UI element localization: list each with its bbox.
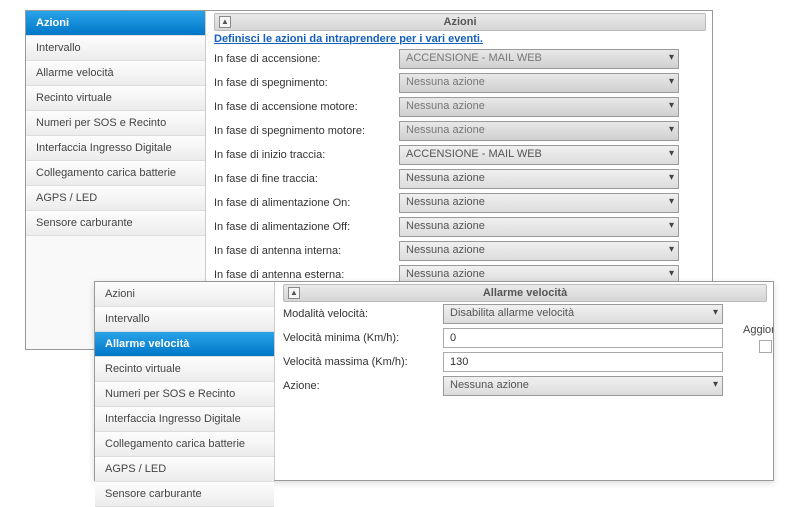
update-checkbox[interactable] <box>759 340 772 353</box>
row-label: In fase di accensione: <box>214 53 399 65</box>
select-azione[interactable]: Nessuna azione <box>443 376 723 396</box>
select-alimentazione-off[interactable]: Nessuna azione <box>399 217 679 237</box>
section-header-azioni: ▲ Azioni <box>214 13 706 31</box>
content-allarme: ▲ Allarme velocità Modalità velocità:Dis… <box>275 282 773 480</box>
section-title: Allarme velocità <box>483 287 567 299</box>
select-modalita-velocita[interactable]: Disabilita allarme velocità <box>443 304 723 324</box>
sidebar-item-intervallo[interactable]: Intervallo <box>95 307 274 332</box>
update-label: Aggiorna <box>743 324 773 336</box>
sidebar-item-interfaccia-digitale[interactable]: Interfaccia Ingresso Digitale <box>95 407 274 432</box>
row-label: In fase di accensione motore: <box>214 101 399 113</box>
sidebar-item-allarme-velocita[interactable]: Allarme velocità <box>95 332 274 357</box>
row-label: In fase di antenna esterna: <box>214 269 399 281</box>
sidebar-item-collegamento-batterie[interactable]: Collegamento carica batterie <box>26 161 205 186</box>
sidebar-item-sensore-carburante[interactable]: Sensore carburante <box>95 482 274 507</box>
sidebar-bottom: Azioni Intervallo Allarme velocità Recin… <box>95 282 275 480</box>
sidebar-item-allarme-velocita[interactable]: Allarme velocità <box>26 61 205 86</box>
select-accensione-motore[interactable]: Nessuna azione <box>399 97 679 117</box>
input-velocita-massima[interactable] <box>443 352 723 372</box>
row-label: In fase di spegnimento motore: <box>214 125 399 137</box>
select-spegnimento[interactable]: Nessuna azione <box>399 73 679 93</box>
sidebar-item-sensore-carburante[interactable]: Sensore carburante <box>26 211 205 236</box>
input-velocita-minima[interactable] <box>443 328 723 348</box>
panel-allarme-velocita: Azioni Intervallo Allarme velocità Recin… <box>94 281 774 481</box>
select-antenna-interna[interactable]: Nessuna azione <box>399 241 679 261</box>
select-fine-traccia[interactable]: Nessuna azione <box>399 169 679 189</box>
row-label: In fase di spegnimento: <box>214 77 399 89</box>
sidebar-item-recinto-virtuale[interactable]: Recinto virtuale <box>95 357 274 382</box>
select-spegnimento-motore[interactable]: Nessuna azione <box>399 121 679 141</box>
section-header-allarme: ▲ Allarme velocità <box>283 284 767 302</box>
intro-text: Definisci le azioni da intraprendere per… <box>214 33 706 45</box>
row-label: In fase di inizio traccia: <box>214 149 399 161</box>
sidebar-item-intervallo[interactable]: Intervallo <box>26 36 205 61</box>
select-accensione[interactable]: ACCENSIONE - MAIL WEB <box>399 49 679 69</box>
sidebar-item-agps-led[interactable]: AGPS / LED <box>26 186 205 211</box>
sidebar-item-recinto-virtuale[interactable]: Recinto virtuale <box>26 86 205 111</box>
row-label: In fase di antenna interna: <box>214 245 399 257</box>
collapse-icon[interactable]: ▲ <box>288 287 300 299</box>
update-column: Aggiorna <box>743 304 773 400</box>
sidebar-item-azioni[interactable]: Azioni <box>26 11 205 36</box>
row-label: In fase di fine traccia: <box>214 173 399 185</box>
sidebar-item-collegamento-batterie[interactable]: Collegamento carica batterie <box>95 432 274 457</box>
select-alimentazione-on[interactable]: Nessuna azione <box>399 193 679 213</box>
row-label: Modalità velocità: <box>283 308 443 320</box>
select-inizio-traccia[interactable]: ACCENSIONE - MAIL WEB <box>399 145 679 165</box>
row-label: Velocità massima (Km/h): <box>283 356 443 368</box>
row-label: Velocità minima (Km/h): <box>283 332 443 344</box>
row-label: Azione: <box>283 380 443 392</box>
sidebar-item-numeri-sos[interactable]: Numeri per SOS e Recinto <box>95 382 274 407</box>
sidebar-item-numeri-sos[interactable]: Numeri per SOS e Recinto <box>26 111 205 136</box>
collapse-icon[interactable]: ▲ <box>219 16 231 28</box>
section-title: Azioni <box>444 16 477 28</box>
row-label: In fase di alimentazione Off: <box>214 221 399 233</box>
sidebar-item-interfaccia-digitale[interactable]: Interfaccia Ingresso Digitale <box>26 136 205 161</box>
row-label: In fase di alimentazione On: <box>214 197 399 209</box>
sidebar-item-agps-led[interactable]: AGPS / LED <box>95 457 274 482</box>
sidebar-item-azioni[interactable]: Azioni <box>95 282 274 307</box>
